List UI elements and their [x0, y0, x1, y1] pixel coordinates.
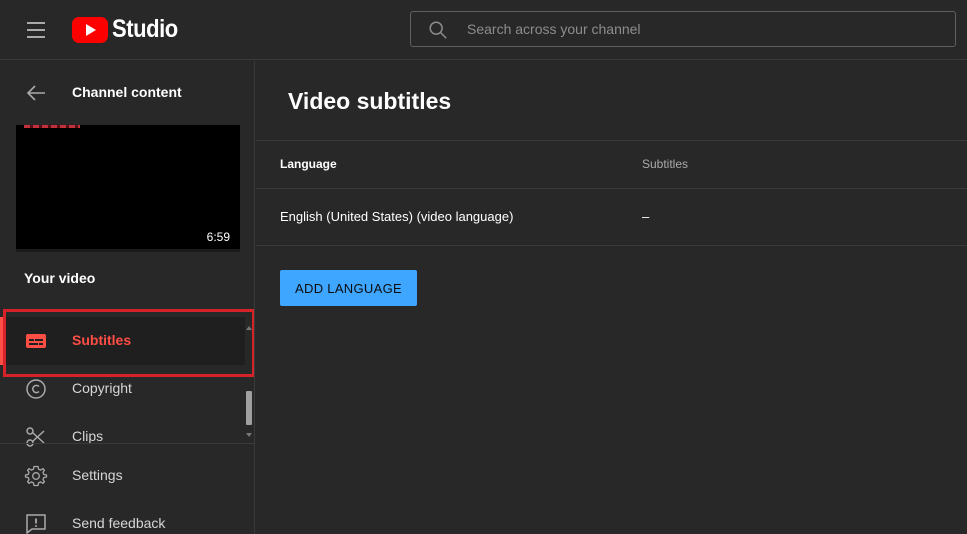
scissors-icon — [26, 427, 45, 447]
main-content: Video subtitles Language Subtitles Engli… — [256, 61, 967, 534]
top-bar: Studio — [0, 0, 967, 60]
your-video-heading: Your video — [24, 270, 96, 286]
header-divider — [256, 140, 967, 141]
column-header-language[interactable]: Language — [280, 157, 337, 171]
page-title: Video subtitles — [288, 88, 452, 114]
logo-text: Studio — [112, 15, 178, 43]
copyright-icon — [26, 379, 46, 399]
gear-icon — [24, 465, 48, 487]
sidebar-item-subtitles[interactable]: Subtitles — [0, 317, 245, 365]
column-header-subtitles: Subtitles — [642, 157, 689, 171]
language-cell: English (United States) (video language) — [280, 209, 514, 224]
sidebar-divider — [0, 443, 254, 444]
sidebar-item-label: Clips — [72, 428, 104, 444]
search-bar[interactable] — [410, 11, 956, 47]
scroll-up-arrow-icon[interactable] — [246, 326, 252, 330]
hamburger-menu-icon[interactable] — [18, 16, 54, 44]
sidebar-item-label: Subtitles — [72, 332, 132, 348]
search-input[interactable] — [467, 12, 937, 46]
subtitles-icon — [26, 334, 46, 348]
search-icon — [429, 21, 447, 39]
table-header-divider — [256, 188, 967, 189]
youtube-play-icon — [72, 16, 108, 43]
add-language-button[interactable]: ADD LANGUAGE — [280, 270, 417, 306]
scroll-down-arrow-icon[interactable] — [246, 433, 252, 437]
sidebar: Channel content 6:59 Your video Subtitle… — [0, 61, 255, 534]
video-duration-badge: 6:59 — [202, 229, 234, 245]
sidebar-item-send-feedback[interactable]: Send feedback — [0, 500, 254, 534]
sidebar-item-label: Send feedback — [72, 515, 166, 531]
thumbnail-edge — [16, 249, 240, 252]
studio-logo[interactable]: Studio — [72, 15, 187, 44]
back-arrow-icon[interactable] — [24, 81, 48, 105]
back-to-channel-content[interactable]: Channel content — [0, 61, 254, 123]
sidebar-item-copyright[interactable]: Copyright — [0, 365, 254, 413]
sidebar-item-settings[interactable]: Settings — [0, 452, 254, 500]
thumbnail-text-fragment — [24, 125, 80, 128]
sidebar-item-label: Settings — [72, 467, 123, 483]
sidebar-item-label: Copyright — [72, 380, 132, 396]
sidebar-scrollbar-thumb[interactable] — [246, 391, 252, 425]
video-thumbnail[interactable]: 6:59 — [16, 125, 240, 252]
table-row-divider — [256, 245, 967, 246]
subtitles-cell[interactable]: – — [642, 209, 649, 224]
feedback-icon — [26, 514, 46, 534]
channel-content-label: Channel content — [72, 84, 182, 100]
